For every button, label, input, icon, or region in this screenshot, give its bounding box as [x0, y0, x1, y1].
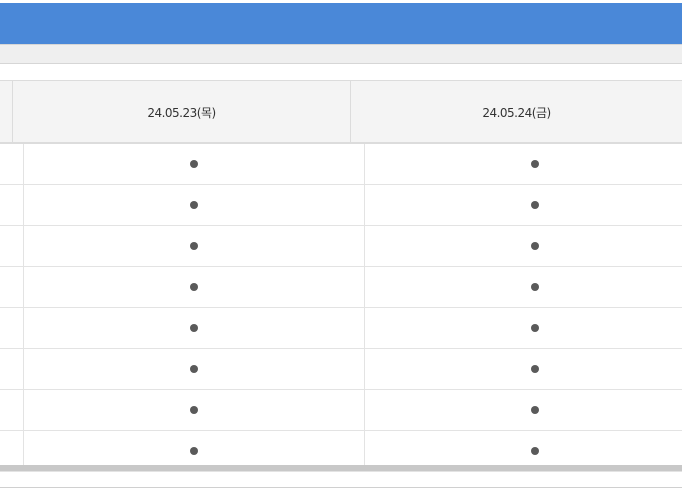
horizontal-scrollbar[interactable] — [0, 465, 682, 471]
table-row — [0, 144, 682, 185]
table-cell[interactable] — [365, 226, 682, 266]
table-cell[interactable] — [24, 185, 364, 225]
page: 24.05.23(목) 24.05.24(금) — [0, 0, 682, 490]
dot-marker — [190, 447, 198, 455]
dot-marker — [531, 324, 539, 332]
table-row — [0, 267, 682, 308]
table-cell[interactable] — [365, 349, 682, 389]
table-row — [0, 308, 682, 349]
title-bar — [0, 3, 682, 44]
table-cell[interactable] — [24, 226, 364, 266]
dot-marker — [190, 283, 198, 291]
footer-divider — [0, 487, 682, 488]
table-cell[interactable] — [24, 390, 364, 430]
table-body — [0, 144, 682, 472]
column-header-0524-fri[interactable]: 24.05.24(금) — [351, 81, 682, 143]
column-divider — [364, 144, 365, 466]
table-cell[interactable] — [365, 308, 682, 348]
dot-marker — [531, 283, 539, 291]
table-cell[interactable] — [365, 267, 682, 307]
dot-marker — [531, 365, 539, 373]
dot-marker — [190, 242, 198, 250]
column-header-0524-thu[interactable]: 24.05.23(목) — [13, 81, 350, 143]
column-divider — [23, 144, 24, 466]
dot-marker — [190, 406, 198, 414]
table-cell[interactable] — [365, 144, 682, 184]
dot-marker — [190, 365, 198, 373]
table-row — [0, 226, 682, 267]
dot-marker — [531, 447, 539, 455]
table-row — [0, 390, 682, 431]
dot-marker — [190, 160, 198, 168]
table-cell[interactable] — [365, 390, 682, 430]
table-cell[interactable] — [24, 267, 364, 307]
dot-marker — [531, 201, 539, 209]
table-cell[interactable] — [24, 349, 364, 389]
sub-toolbar — [0, 44, 682, 64]
schedule-table: 24.05.23(목) 24.05.24(금) — [0, 80, 682, 472]
dot-marker — [190, 324, 198, 332]
table-cell[interactable] — [24, 308, 364, 348]
dot-marker — [190, 201, 198, 209]
table-row — [0, 185, 682, 226]
table-row — [0, 349, 682, 390]
dot-marker — [531, 242, 539, 250]
dot-marker — [531, 160, 539, 168]
table-header: 24.05.23(목) 24.05.24(금) — [0, 80, 682, 144]
table-cell[interactable] — [24, 144, 364, 184]
table-cell[interactable] — [365, 185, 682, 225]
dot-marker — [531, 406, 539, 414]
